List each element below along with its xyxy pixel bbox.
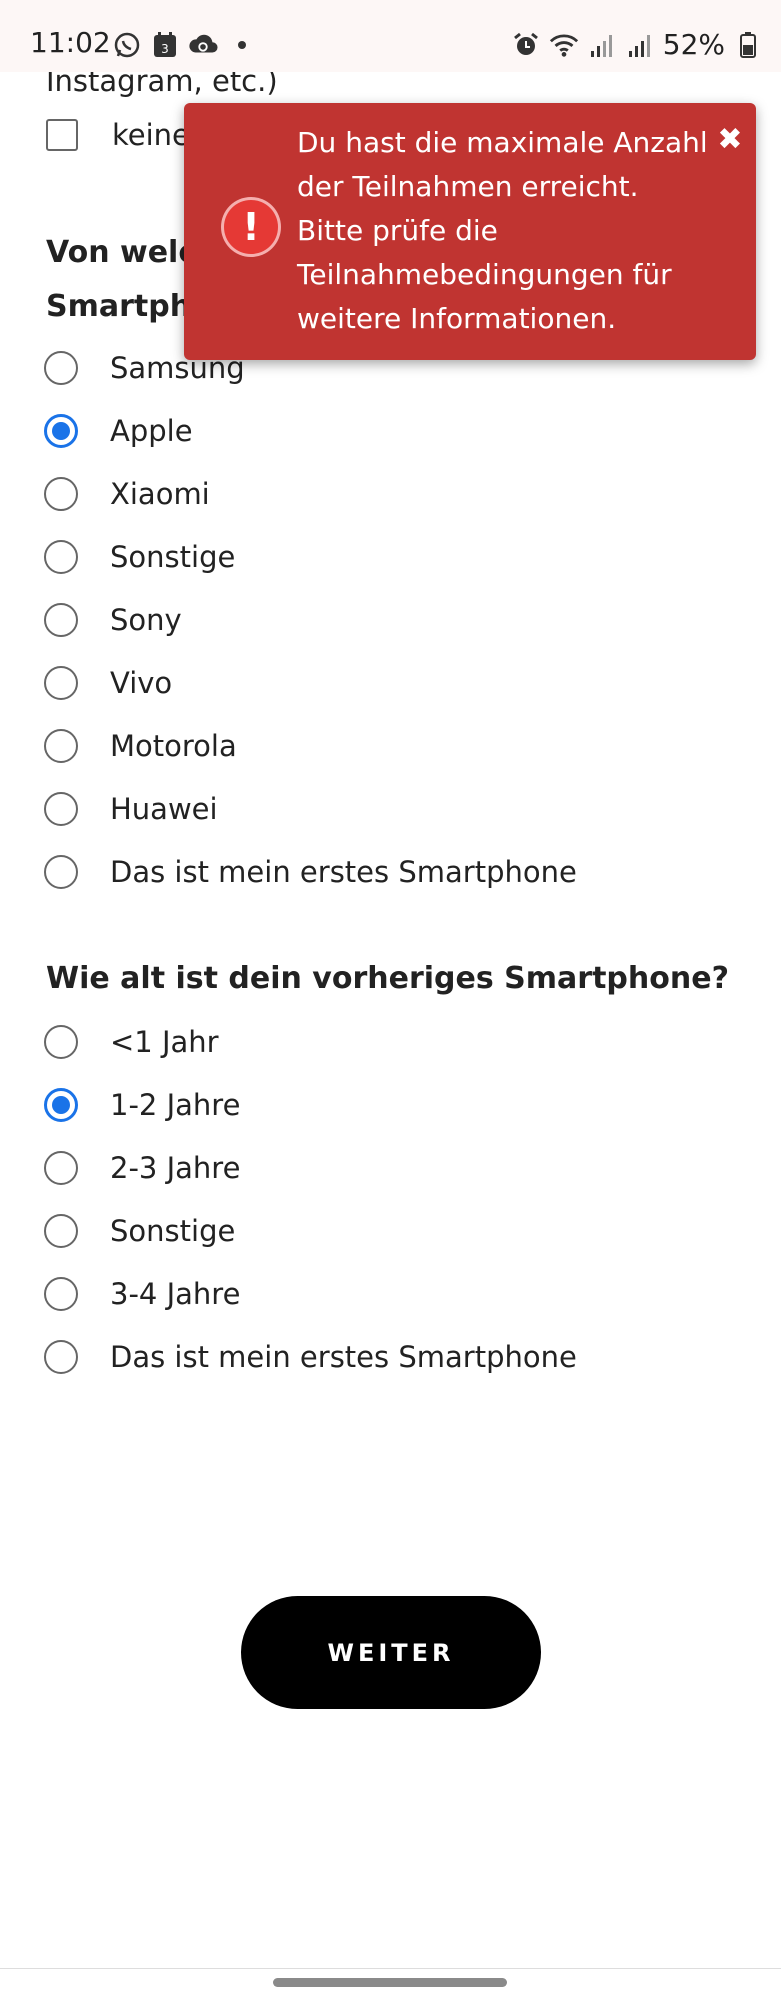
more-notifications-dot <box>238 41 246 49</box>
none-checkbox-label: keine <box>112 118 190 152</box>
brand-option[interactable]: Apple <box>44 399 577 462</box>
radio-label: Sonstige <box>110 1213 236 1248</box>
radio-label: Vivo <box>110 665 173 700</box>
notification-icons: 3 <box>112 30 246 60</box>
toast-message: Du hast die maximale Anzahl der Teilnahm… <box>297 126 708 335</box>
radio-button[interactable] <box>44 1339 78 1374</box>
radio-button[interactable] <box>44 1087 78 1122</box>
radio-label: Huawei <box>110 791 218 826</box>
bottom-divider <box>0 1968 781 1969</box>
age-option[interactable]: 1-2 Jahre <box>44 1073 577 1136</box>
status-bar: 11:02 3 52% <box>0 0 781 72</box>
radio-label: 1-2 Jahre <box>110 1087 241 1122</box>
radio-label: Sonstige <box>110 539 236 574</box>
brand-option[interactable]: Xiaomi <box>44 462 577 525</box>
radio-button[interactable] <box>44 1213 78 1248</box>
whatsapp-icon <box>112 30 142 60</box>
none-checkbox-row[interactable]: keine <box>46 118 190 152</box>
home-indicator[interactable] <box>273 1978 507 1987</box>
radio-button[interactable] <box>44 350 78 385</box>
calendar-icon: 3 <box>150 30 180 60</box>
signal-icon <box>625 30 655 60</box>
brand-option[interactable]: Sony <box>44 588 577 651</box>
age-radio-group: <1 Jahr 1-2 Jahre 2-3 Jahre Sonstige 3-4 Jah… <box>44 1010 577 1388</box>
radio-label: Motorola <box>110 728 237 763</box>
radio-label: 3-4 Jahre <box>110 1276 241 1311</box>
brand-radio-group: Samsung Apple Xiaomi Sonstige Sony Vivo Motoro… <box>44 336 577 903</box>
radio-button[interactable] <box>44 791 78 826</box>
radio-button[interactable] <box>44 602 78 637</box>
brand-option[interactable]: Sonstige <box>44 525 577 588</box>
error-toast: ! Du hast die maximale Anzahl der Teilna… <box>184 103 756 360</box>
svg-text:3: 3 <box>161 42 169 56</box>
brand-option[interactable]: Motorola <box>44 714 577 777</box>
age-option[interactable]: 2-3 Jahre <box>44 1136 577 1199</box>
battery-icon <box>733 30 763 60</box>
brand-option[interactable]: Huawei <box>44 777 577 840</box>
alarm-icon <box>511 30 541 60</box>
age-option[interactable]: Sonstige <box>44 1199 577 1262</box>
cloud-sync-icon <box>188 30 218 60</box>
radio-label: 2-3 Jahre <box>110 1150 241 1185</box>
age-option[interactable]: <1 Jahr <box>44 1010 577 1073</box>
close-icon[interactable]: ✖ <box>712 121 748 157</box>
system-icons: 52% <box>511 28 763 61</box>
age-option[interactable]: 3-4 Jahre <box>44 1262 577 1325</box>
radio-label: Apple <box>110 413 193 448</box>
radio-label: Das ist mein erstes Smartphone <box>110 1339 577 1374</box>
radio-button[interactable] <box>44 728 78 763</box>
radio-button[interactable] <box>44 665 78 700</box>
radio-button[interactable] <box>44 1276 78 1311</box>
radio-button[interactable] <box>44 1150 78 1185</box>
radio-button[interactable] <box>44 413 78 448</box>
radio-button[interactable] <box>44 854 78 889</box>
error-icon: ! <box>221 197 281 257</box>
signal-icon <box>587 30 617 60</box>
radio-label: Sony <box>110 602 182 637</box>
radio-button[interactable] <box>44 539 78 574</box>
brand-option[interactable]: Vivo <box>44 651 577 714</box>
brand-option[interactable]: Das ist mein erstes Smartphone <box>44 840 577 903</box>
next-button[interactable]: WEITER <box>241 1596 541 1709</box>
battery-percentage: 52% <box>662 28 725 61</box>
wifi-icon <box>549 30 579 60</box>
radio-button[interactable] <box>44 1024 78 1059</box>
age-option[interactable]: Das ist mein erstes Smartphone <box>44 1325 577 1388</box>
status-time: 11:02 <box>30 26 111 59</box>
question-phone-age: Wie alt ist dein vorheriges Smartphone? <box>46 961 729 996</box>
radio-label: <1 Jahr <box>110 1024 219 1059</box>
none-checkbox[interactable] <box>46 119 78 151</box>
radio-button[interactable] <box>44 476 78 511</box>
radio-label: Xiaomi <box>110 476 210 511</box>
radio-label: Das ist mein erstes Smartphone <box>110 854 577 889</box>
